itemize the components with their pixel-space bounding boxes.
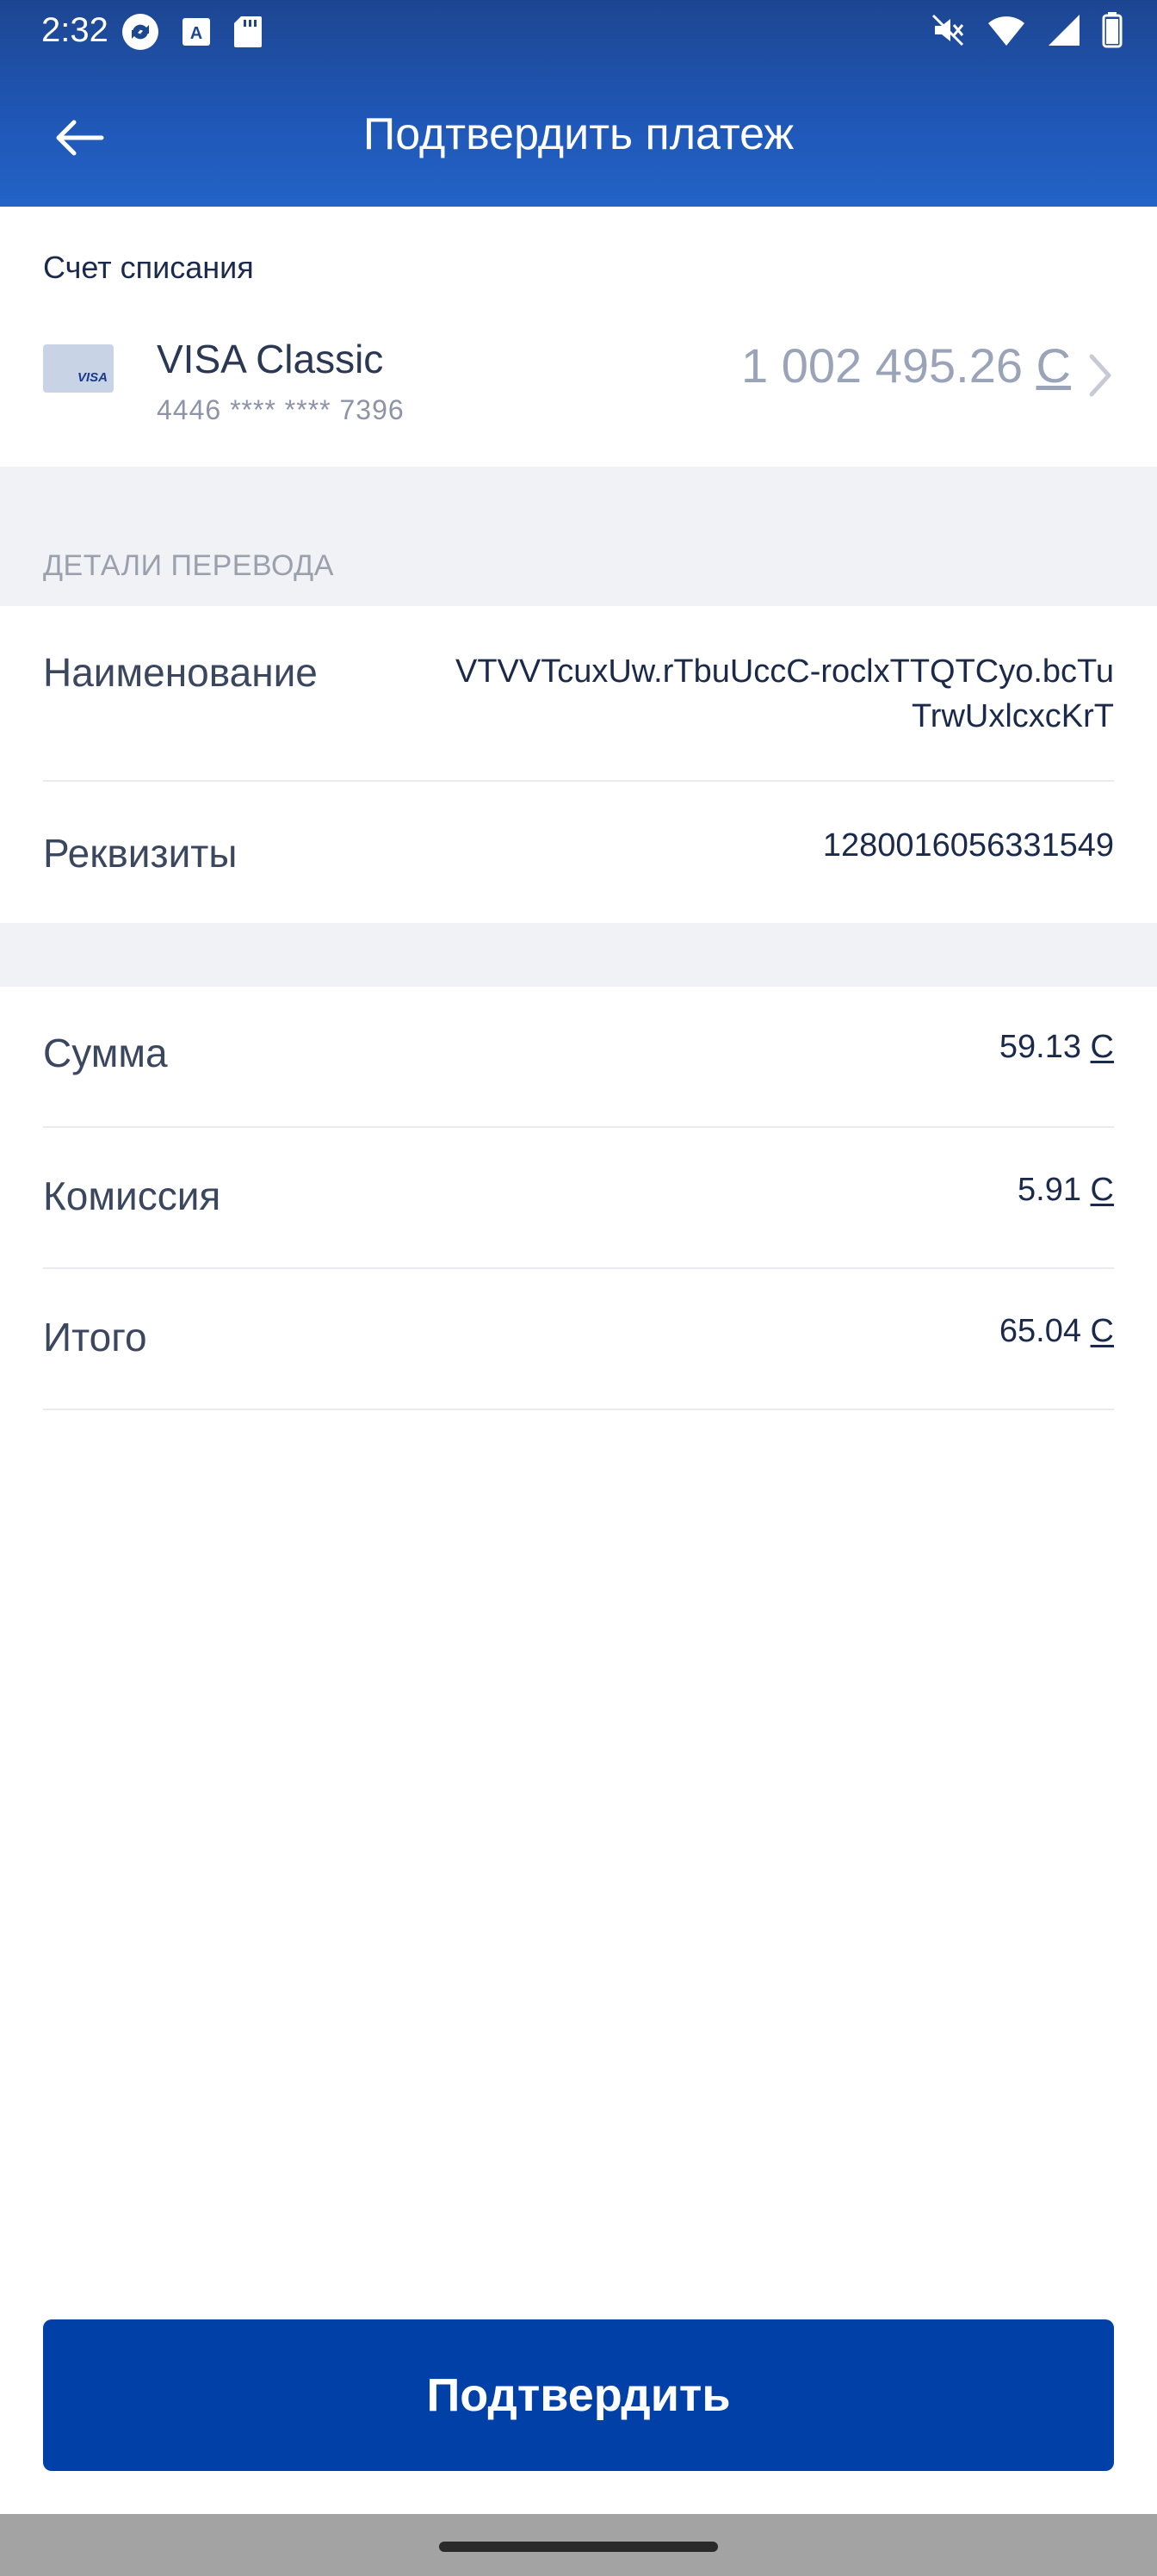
battery-icon (1102, 12, 1123, 48)
detail-requisites-value: 1280016056331549 (822, 827, 1114, 864)
wifi-icon (988, 16, 1024, 46)
fee-value: 5.91 С (1018, 1167, 1114, 1212)
detail-name-value-line2: TrwUxlcxcKrT (912, 698, 1114, 734)
detail-name-value-line1: VTVVTcuxUw.rTbuUccC-roclxTTQTCyo.bcTu (455, 653, 1114, 690)
summary-row-fee: Комиссия 5.91 С (0, 1128, 1157, 1269)
signal-icon (1049, 15, 1080, 46)
status-icons-right (930, 12, 1123, 48)
system-nav-bar (0, 2514, 1157, 2576)
amount-label: Сумма (43, 1031, 168, 1075)
fee-number: 5.91 (1018, 1172, 1081, 1208)
sync-icon (122, 14, 158, 50)
total-value: 65.04 С (999, 1309, 1114, 1353)
card-balance-currency: С (1036, 338, 1071, 393)
section-separator (0, 923, 1157, 987)
account-section-label: Счет списания (43, 250, 254, 285)
amount-number: 59.13 (999, 1029, 1081, 1065)
app-header: 2:32 A Подтвердить платеж (0, 0, 1157, 207)
svg-text:A: A (190, 24, 202, 43)
detail-row-requisites: Реквизиты 1280016056331549 (0, 782, 1157, 923)
card-balance: 1 002 495.26 С (741, 337, 1071, 393)
account-selector[interactable]: VISA VISA Classic 4446 **** **** 7396 1 … (0, 319, 1157, 465)
home-indicator[interactable] (439, 2542, 718, 2552)
total-number: 65.04 (999, 1313, 1081, 1349)
total-currency: С (1090, 1313, 1114, 1349)
detail-name-value: VTVVTcuxUw.rTbuUccC-roclxTTQTCyo.bcTu Tr… (455, 649, 1114, 739)
detail-row-name: Наименование VTVVTcuxUw.rTbuUccC-roclxTT… (0, 606, 1157, 782)
fee-currency: С (1090, 1172, 1114, 1208)
summary-row-total: Итого 65.04 С (0, 1269, 1157, 1410)
status-time: 2:32 (41, 11, 108, 49)
divider (43, 1409, 1114, 1410)
mute-icon (931, 14, 964, 46)
total-label: Итого (43, 1315, 147, 1359)
visa-card-icon: VISA (43, 344, 114, 393)
amount-currency: С (1090, 1029, 1114, 1065)
chevron-right-icon (1089, 354, 1111, 397)
card-number: 4446 **** **** 7396 (157, 394, 405, 425)
amount-value: 59.13 С (999, 1025, 1114, 1069)
section-separator (0, 467, 1157, 606)
fee-label: Комиссия (43, 1173, 221, 1218)
detail-requisites-label: Реквизиты (43, 831, 238, 876)
text-a-icon: A (183, 18, 210, 46)
summary-row-amount: Сумма 59.13 С (0, 987, 1157, 1128)
detail-name-label: Наименование (43, 650, 318, 695)
confirm-button[interactable]: Подтвердить (43, 2319, 1114, 2471)
sd-card-icon (234, 16, 262, 47)
card-name: VISA Classic (157, 337, 384, 381)
toolbar: Подтвердить платеж (0, 76, 1157, 188)
page-title: Подтвердить платеж (362, 109, 795, 159)
status-icons-left: A (121, 12, 263, 52)
card-balance-amount: 1 002 495.26 (741, 338, 1023, 393)
details-section-header: ДЕТАЛИ ПЕРЕВОДА (43, 549, 334, 582)
card-brand: VISA (77, 370, 108, 385)
status-bar: 2:32 A (0, 0, 1157, 62)
